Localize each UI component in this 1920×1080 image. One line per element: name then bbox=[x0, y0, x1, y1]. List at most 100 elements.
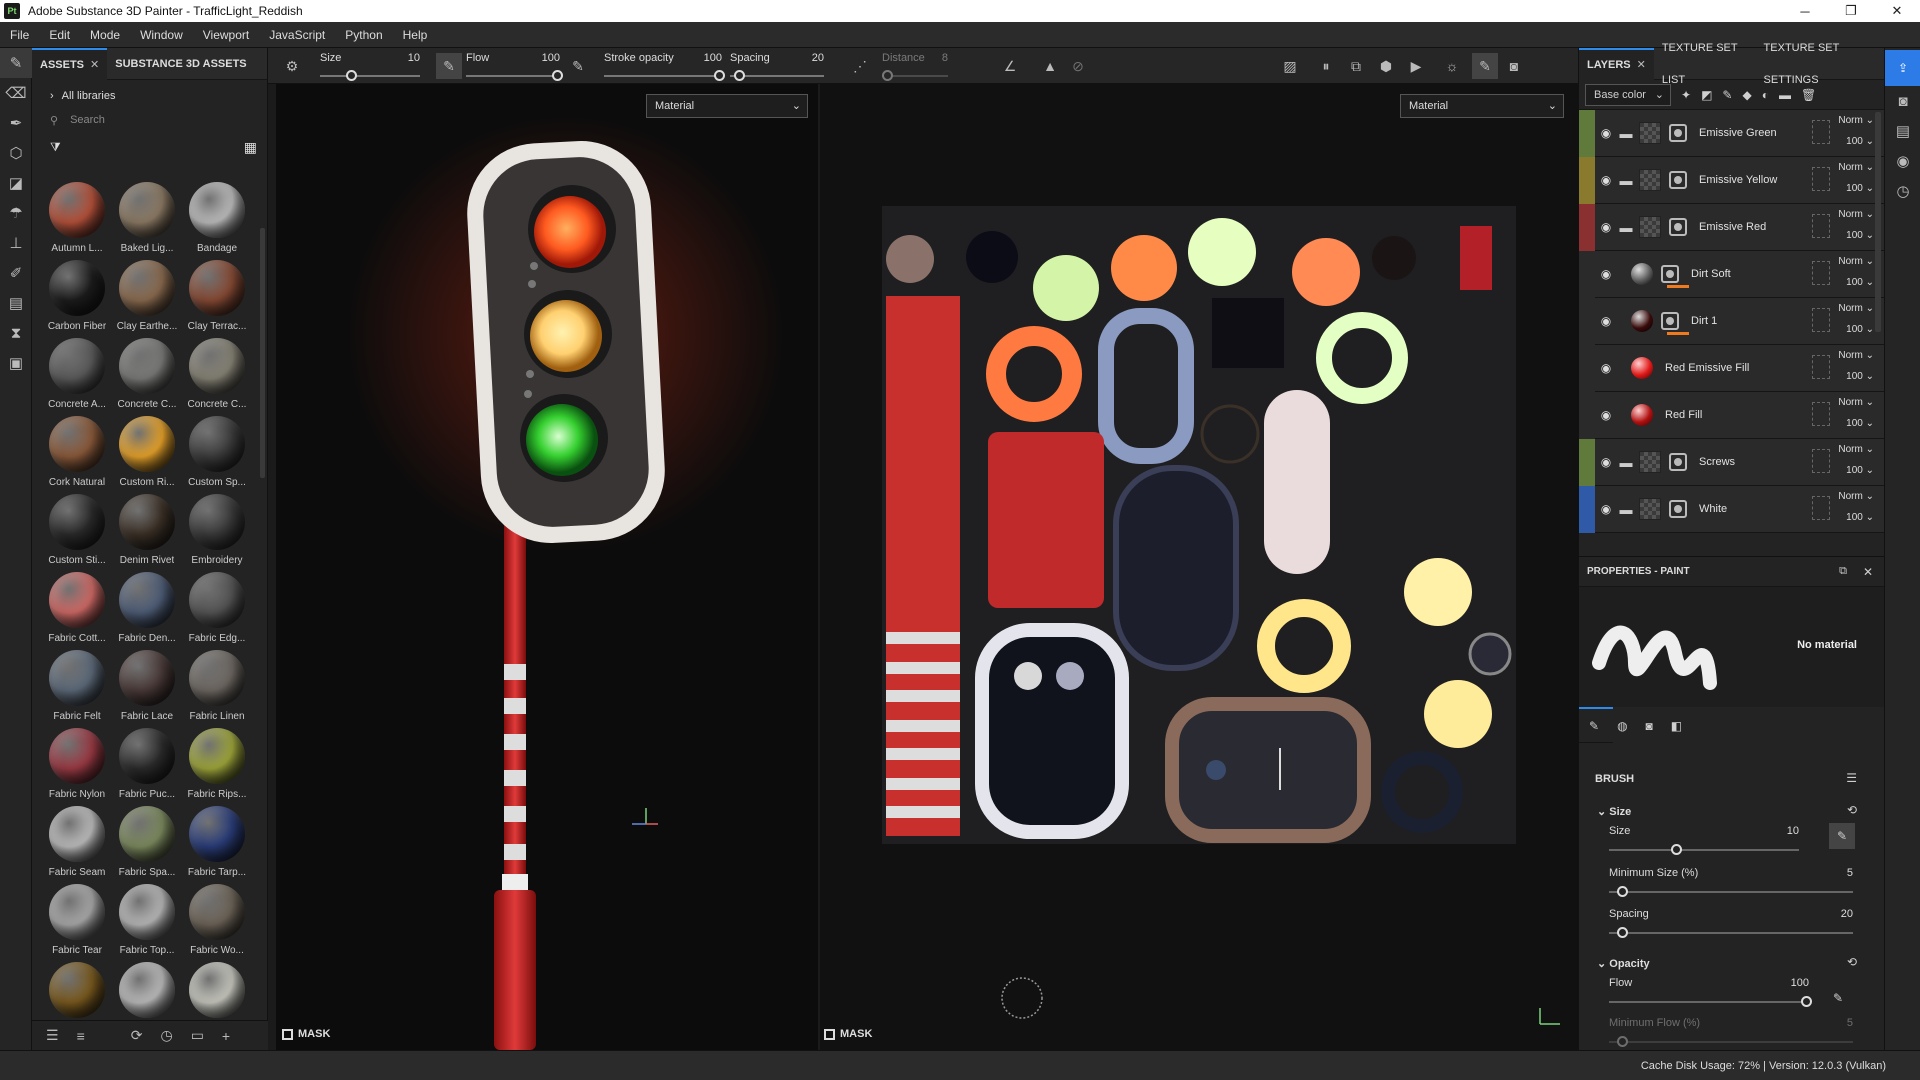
add-effect-icon[interactable]: ✦ bbox=[1681, 88, 1691, 102]
menu-viewport[interactable]: Viewport bbox=[193, 28, 259, 42]
search-input[interactable]: Search bbox=[70, 114, 105, 126]
spacing-knob[interactable] bbox=[734, 70, 745, 81]
alpha-tab-icon[interactable]: ◧ bbox=[1671, 719, 1682, 733]
asset-tile[interactable]: Autumn L... bbox=[42, 180, 112, 258]
layer-mask-slot[interactable] bbox=[1812, 449, 1830, 473]
lazy-mouse-icon[interactable]: ⋰ bbox=[850, 56, 870, 76]
spacing-slider[interactable]: Spacing 20 bbox=[730, 50, 824, 82]
layer-row[interactable]: ◉ Dirt Soft Norm ⌄ 100 ⌄ bbox=[1579, 250, 1884, 298]
layer-opacity[interactable]: 100 ⌄ bbox=[1846, 136, 1874, 147]
distance-knob[interactable] bbox=[882, 70, 893, 81]
asset-tile[interactable]: Embroidery bbox=[182, 492, 252, 570]
mask-thumbnail-icon[interactable] bbox=[1661, 265, 1679, 283]
visibility-eye-icon[interactable]: ◉ bbox=[1595, 408, 1617, 422]
mask-toggle-3d[interactable]: MASK bbox=[282, 1028, 330, 1040]
viewport-3d[interactable]: Material ⌄ MASK bbox=[276, 84, 818, 1050]
folder-icon[interactable]: ▬ bbox=[1617, 126, 1635, 141]
popout-icon[interactable]: ⧉ bbox=[1839, 565, 1847, 578]
layer-blend-mode[interactable]: Norm ⌄ bbox=[1838, 444, 1874, 455]
prop-size-knob[interactable] bbox=[1671, 844, 1682, 855]
layer-opacity[interactable]: 100 ⌄ bbox=[1846, 418, 1874, 429]
tab-texture-set-list[interactable]: TEXTURE SET LIST bbox=[1654, 42, 1756, 86]
add-paint-layer-icon[interactable]: ✎ bbox=[1722, 88, 1732, 102]
distance-slider[interactable]: Distance 8 bbox=[882, 50, 948, 82]
asset-tile[interactable]: Concrete C... bbox=[112, 336, 182, 414]
environment-icon[interactable]: ☼ bbox=[1442, 56, 1462, 76]
visibility-eye-icon[interactable]: ◉ bbox=[1595, 126, 1617, 140]
layer-mask-slot[interactable] bbox=[1812, 402, 1830, 426]
layer-blend-mode[interactable]: Norm ⌄ bbox=[1838, 303, 1874, 314]
channel-select[interactable]: Base color ⌄ bbox=[1585, 83, 1671, 106]
close-icon[interactable]: ✕ bbox=[90, 49, 99, 81]
layer-mask-slot[interactable] bbox=[1812, 120, 1830, 144]
reset-icon[interactable]: ⟲ bbox=[1847, 803, 1857, 817]
mask-thumbnail-icon[interactable] bbox=[1669, 453, 1687, 471]
flow-slider[interactable]: Flow 100 bbox=[466, 50, 563, 82]
folder-icon[interactable]: ▬ bbox=[1617, 220, 1635, 235]
layer-blend-mode[interactable]: Norm ⌄ bbox=[1838, 397, 1874, 408]
brush-preset-icon[interactable]: ⚙ bbox=[282, 56, 302, 76]
asset-tile[interactable]: Fabric Nylon bbox=[42, 726, 112, 804]
menu-javascript[interactable]: JavaScript bbox=[259, 28, 335, 42]
asset-tile[interactable]: Cork Natural bbox=[42, 414, 112, 492]
asset-tile[interactable]: Fabric Linen bbox=[182, 648, 252, 726]
layer-row[interactable]: ◉ ▬ Emissive Red Norm ⌄ 100 ⌄ bbox=[1579, 203, 1884, 251]
layer-mask-slot[interactable] bbox=[1812, 308, 1830, 332]
export-icon[interactable]: ▣ bbox=[0, 348, 32, 378]
layer-mask-slot[interactable] bbox=[1812, 496, 1830, 520]
pen-pressure-icon[interactable]: ✎ bbox=[436, 53, 462, 79]
grid-view-icon[interactable]: ▦ bbox=[244, 139, 257, 156]
paint-brush-icon[interactable]: ✎ bbox=[0, 48, 32, 78]
flow-pressure-icon[interactable]: ✎ bbox=[568, 56, 588, 76]
split-view-icon[interactable]: ⧉ bbox=[1346, 56, 1366, 76]
size-slider[interactable]: Size 10 bbox=[320, 50, 420, 82]
assets-scrollbar[interactable] bbox=[260, 228, 265, 478]
asset-tile[interactable]: Denim Rivet bbox=[112, 492, 182, 570]
menu-file[interactable]: File bbox=[0, 28, 39, 42]
prop-spacing-slider[interactable]: Spacing 20 bbox=[1609, 908, 1853, 938]
asset-tile[interactable]: Fabric Cott... bbox=[42, 570, 112, 648]
visibility-eye-icon[interactable]: ◉ bbox=[1595, 455, 1617, 469]
layer-mask-slot[interactable] bbox=[1812, 355, 1830, 379]
asset-tile[interactable]: Fabric Tear bbox=[42, 882, 112, 960]
mask-thumbnail-icon[interactable] bbox=[1669, 500, 1687, 518]
folder-icon[interactable]: ▭ bbox=[191, 1027, 204, 1044]
details-view-icon[interactable]: ≡ bbox=[77, 1028, 85, 1044]
prop-min-size-knob[interactable] bbox=[1617, 886, 1628, 897]
add-folder-icon[interactable]: ▬ bbox=[1779, 88, 1791, 102]
asset-tile[interactable] bbox=[42, 960, 112, 1018]
viewport-2d[interactable]: Material ⌄ MASK bbox=[820, 84, 1578, 1050]
asset-tile[interactable]: Concrete C... bbox=[182, 336, 252, 414]
layer-mask-slot[interactable] bbox=[1812, 167, 1830, 191]
maximize-button[interactable]: ❐ bbox=[1828, 0, 1874, 22]
delete-layer-icon[interactable]: 🗑 bbox=[1801, 88, 1816, 102]
layer-opacity[interactable]: 100 ⌄ bbox=[1846, 324, 1874, 335]
mask-toggle-2d[interactable]: MASK bbox=[824, 1028, 872, 1040]
stroke-opacity-slider[interactable]: Stroke opacity 100 bbox=[604, 50, 725, 82]
measure-icon[interactable]: ⧗ bbox=[0, 318, 32, 348]
asset-tile[interactable]: Fabric Top... bbox=[112, 882, 182, 960]
minimize-button[interactable]: ─ bbox=[1782, 0, 1828, 22]
layer-mask-slot[interactable] bbox=[1812, 261, 1830, 285]
assets-search[interactable]: ⚲ Search bbox=[32, 108, 267, 132]
symmetry-off-icon[interactable]: ⊘ bbox=[1068, 56, 1088, 76]
eraser-icon[interactable]: ⌫ bbox=[0, 78, 32, 108]
prop-size-slider[interactable]: Size 10 bbox=[1609, 825, 1799, 855]
asset-tile[interactable]: Fabric Edg... bbox=[182, 570, 252, 648]
prop-flow-knob[interactable] bbox=[1801, 996, 1812, 1007]
close-icon[interactable]: ✕ bbox=[1863, 565, 1873, 579]
size-section[interactable]: ⌄ Size bbox=[1597, 805, 1631, 818]
asset-tile[interactable]: Fabric Den... bbox=[112, 570, 182, 648]
add-smart-material-icon[interactable]: ◐ bbox=[1762, 88, 1769, 102]
color-picker-icon[interactable]: ✐ bbox=[0, 258, 32, 288]
bake-icon[interactable]: ▤ bbox=[0, 288, 32, 318]
layer-opacity[interactable]: 100 ⌄ bbox=[1846, 183, 1874, 194]
asset-tile[interactable]: Clay Terrac... bbox=[182, 258, 252, 336]
layer-row[interactable]: ◉ ▬ Emissive Yellow Norm ⌄ 100 ⌄ bbox=[1579, 156, 1884, 204]
brush-tab-icon[interactable]: ✎ bbox=[1589, 719, 1599, 733]
asset-tile[interactable]: Fabric Rips... bbox=[182, 726, 252, 804]
mask-thumbnail-icon[interactable] bbox=[1669, 171, 1687, 189]
display-settings-icon[interactable]: ◙ bbox=[1885, 86, 1920, 116]
prop-min-flow-slider[interactable]: Minimum Flow (%) 5 bbox=[1609, 1017, 1853, 1047]
mask-thumbnail-icon[interactable] bbox=[1669, 218, 1687, 236]
